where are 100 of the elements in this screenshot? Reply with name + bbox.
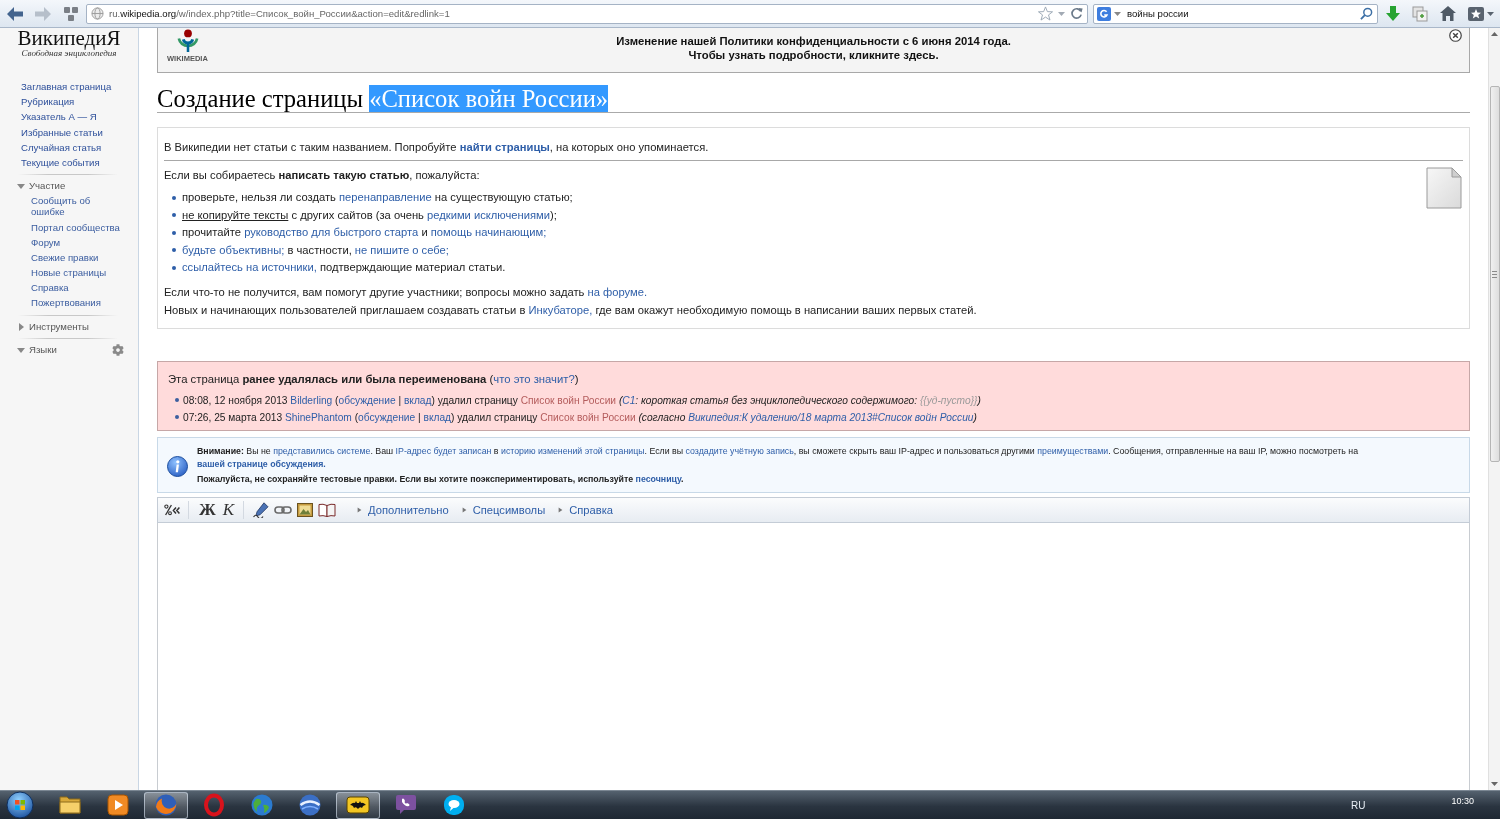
taskbar-button[interactable] [336, 791, 380, 819]
text-link[interactable]: перенаправление [339, 191, 432, 203]
caret-up-icon[interactable] [1491, 32, 1498, 36]
sidebar-link[interactable]: Новые страницы [31, 264, 121, 281]
sidebar-link[interactable]: Справка [31, 280, 121, 296]
sidebar-section-toggle[interactable]: Участие [17, 179, 66, 194]
sidebar-link[interactable]: Пожертвования [31, 295, 121, 311]
notice-text: Если вы собираетесь написать такую статью, пожалуйста: [164, 168, 481, 183]
text-link[interactable]: Инкубаторе, [528, 303, 593, 316]
back-arrow-icon[interactable] [7, 6, 23, 21]
close-icon[interactable] [1449, 29, 1462, 42]
toolbar-tab[interactable]: Дополнительно [357, 501, 449, 518]
sidebar-link[interactable]: Форум [31, 234, 121, 250]
toolbar-tab[interactable]: Спецсимволы [461, 501, 546, 518]
percent-quote-icon[interactable] [164, 503, 180, 516]
text-link[interactable]: С1 [622, 394, 636, 406]
pen-icon[interactable] [253, 501, 270, 518]
text-link[interactable]: что это значит? [493, 372, 575, 385]
sidebar-link[interactable]: Портал сообщества [31, 219, 121, 235]
sidebar-link[interactable]: Свежие правки [31, 249, 121, 265]
chat-bubble-icon[interactable] [443, 794, 465, 816]
text-link[interactable]: редкими исключениями [427, 208, 550, 221]
sidebar-section-toggle[interactable]: Инструменты [17, 319, 89, 334]
url-text: ru.wikipedia.org/w/index.php?title=Список_войн_России&action=edit&redlink=1 [109, 8, 451, 19]
text-link[interactable]: будьте объективны; [182, 243, 285, 256]
caret-down-icon[interactable] [1491, 782, 1498, 786]
bullet-icon [175, 415, 179, 419]
start-orb-icon[interactable] [3, 791, 37, 819]
folder-icon[interactable] [58, 794, 82, 816]
bullet-icon [172, 213, 176, 218]
scrollbar[interactable] [1488, 28, 1500, 790]
phone-bubble-icon[interactable] [394, 793, 418, 817]
clock-time[interactable]: 10:30 [1451, 796, 1474, 806]
notice-text: Новых и начинающих пользователей приглашаем создавать статьи в Инкубаторе, где вам окажут необходимую помощь в написании ваших первых статей. [164, 302, 978, 318]
star-square-icon[interactable] [1468, 6, 1484, 21]
language-indicator[interactable]: RU [1351, 799, 1366, 811]
text-link[interactable]: Википедия:К удалению/18 марта 2013#Список войн России [688, 411, 974, 423]
picture-icon[interactable] [297, 502, 314, 517]
italic-button[interactable]: К [221, 500, 236, 519]
sphere-icon[interactable] [298, 793, 322, 817]
text-link[interactable]: вклад [403, 394, 432, 406]
page-link[interactable]: Список войн России [540, 411, 636, 423]
bat-icon[interactable] [346, 795, 370, 815]
caret-icon[interactable] [17, 345, 25, 354]
list-item-text: ссылайтесь на источники, подтверждающие материал статьи. [182, 260, 506, 275]
caret-icon[interactable] [1487, 11, 1494, 16]
sidebar-section-toggle[interactable]: Языки [17, 342, 57, 357]
text-link[interactable]: руководство для быстрого старта [244, 226, 419, 238]
text-link[interactable]: найти страницы [459, 141, 550, 153]
list-item-text: не копируйте тексты с других сайтов (за очень редкими исключениями); [182, 207, 557, 223]
play-icon[interactable] [107, 794, 129, 816]
bullet-icon [172, 265, 176, 270]
text-link[interactable]: IP-адрес будет записан [395, 445, 492, 456]
text-link[interactable]: обсуждение [358, 411, 416, 423]
list-item-text: будьте объективны; в частности, не пишите о себе; [182, 242, 449, 258]
bold-button[interactable]: Ж [198, 500, 217, 519]
page-link[interactable]: Список войн России [520, 394, 617, 406]
caret-icon[interactable] [17, 322, 25, 331]
sidebar-link[interactable]: Указатель А — Я [21, 109, 97, 125]
book-icon[interactable] [318, 502, 337, 517]
search-field[interactable]: войны россии [1093, 3, 1378, 24]
reload-icon[interactable] [1070, 7, 1083, 20]
deletion-notice-text: Эта страница ранее удалялась или была переименована (что это значит?) [168, 371, 580, 387]
notice-text: Если что-то не получится, вам помогут другие участники; вопросы можно задать на форуме. [164, 284, 648, 300]
scrollbar-thumb[interactable] [1489, 86, 1500, 462]
document-icon [1426, 167, 1462, 209]
globe-icon[interactable] [250, 793, 274, 817]
sidebar-link[interactable]: Рубрикация [21, 94, 75, 110]
caret-icon[interactable] [1114, 11, 1121, 16]
chain-icon[interactable] [274, 504, 293, 515]
sidebar-link[interactable]: Сообщить об ошибке [31, 193, 121, 220]
toolbar-tab[interactable]: Справка [558, 501, 614, 518]
star-icon[interactable] [1038, 6, 1053, 21]
text-link[interactable]: обсуждение [338, 394, 396, 406]
ring-icon[interactable] [203, 793, 225, 817]
settings-icon[interactable] [112, 343, 124, 356]
sidebar-link[interactable]: Текущие события [21, 155, 100, 171]
text-link[interactable]: не пишите о себе; [354, 243, 449, 256]
sidebar-link[interactable]: Случайная статья [21, 139, 102, 155]
banner-text[interactable]: Чтобы узнать подробности, кликните здесь. [688, 48, 939, 62]
home-icon[interactable] [1440, 6, 1456, 21]
sidebar-link[interactable]: Избранные статьи [21, 124, 103, 140]
text-link[interactable]: помощь начинающим; [430, 226, 547, 238]
banner-text[interactable]: Изменение нашей Политики конфиденциальности с 6 июня 2014 года. [616, 34, 1011, 48]
squares-icon[interactable] [64, 6, 78, 21]
text-link[interactable]: историю изменений этой страницы [500, 445, 645, 456]
address-bar[interactable]: ru.wikipedia.org/w/index.php?title=Список_войн_России&action=edit&redlink=1 [86, 3, 1088, 24]
text-link[interactable]: ссылайтесь на источники, [182, 261, 317, 273]
swirl-globe-icon[interactable] [154, 793, 178, 817]
text-link[interactable]: создадите учётную запись [685, 445, 794, 456]
search-icon[interactable] [1360, 7, 1373, 20]
text-link[interactable]: вашей странице обсуждения. [197, 458, 326, 469]
download-icon[interactable] [1386, 5, 1400, 22]
caret-icon[interactable] [17, 182, 25, 191]
search-engine-icon[interactable] [1097, 6, 1111, 21]
text-link[interactable]: Bilderling [290, 394, 333, 406]
text-link[interactable]: ShinePhantom [285, 411, 352, 423]
sidebar-link[interactable]: Заглавная страница [21, 79, 112, 95]
text-link[interactable]: на форуме. [587, 285, 647, 298]
bullet-icon [172, 195, 176, 200]
